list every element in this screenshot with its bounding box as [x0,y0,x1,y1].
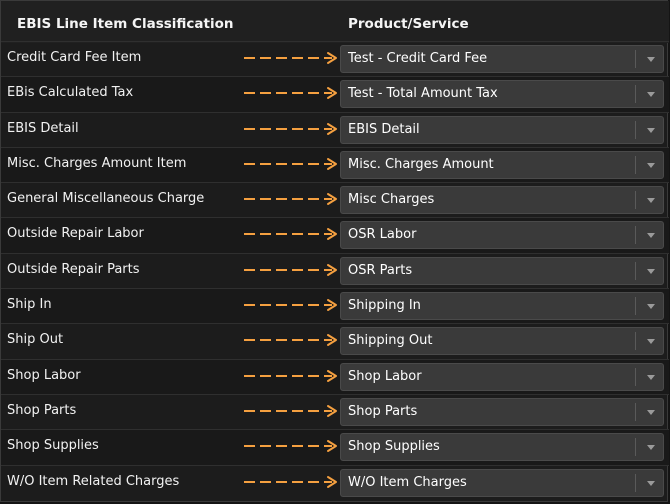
selected-product-service: EBIS Detail [348,121,420,137]
chevron-down-icon[interactable] [647,268,655,274]
classification-label: Ship In [7,297,52,313]
chevron-down-icon[interactable] [647,339,655,345]
table-row: Ship In Shipping In [1,288,669,324]
selected-product-service: Shipping In [348,298,421,314]
select-divider [635,50,636,68]
table-row: Outside Repair Labor OSR Labor [1,217,669,253]
classification-label: W/O Item Related Charges [7,473,180,489]
product-service-select[interactable]: W/O Item Charges [340,468,664,497]
select-divider [635,120,636,139]
select-divider [635,473,636,492]
chevron-down-icon[interactable] [647,162,655,168]
table-row: General Miscellaneous Charge Misc Charge… [1,182,669,217]
classification-label: Outside Repair Labor [7,226,144,242]
table-row: Shop Parts Shop Parts [1,393,669,429]
select-divider [635,402,636,421]
chevron-down-icon[interactable] [647,57,655,62]
table-row: Shop Labor Shop Labor [1,358,669,394]
selected-product-service: Shop Supplies [348,439,440,455]
classification-label: Misc. Charges Amount Item [7,155,187,171]
select-divider [635,155,636,174]
selected-product-service: OSR Labor [348,227,417,243]
selected-product-service: Test - Credit Card Fee [348,51,488,66]
selected-product-service: OSR Parts [348,262,413,278]
selected-product-service: Shop Labor [348,368,422,384]
product-service-select[interactable]: Misc Charges [340,186,664,215]
classification-label: General Miscellaneous Charge [7,191,205,207]
chevron-down-icon[interactable] [647,374,655,380]
dashed-arrow-icon [244,475,337,488]
select-divider [635,297,636,316]
product-service-select[interactable]: OSR Labor [340,221,664,250]
dashed-arrow-icon [244,193,337,206]
selected-product-service: W/O Item Charges [348,474,467,490]
product-service-select[interactable]: Shop Parts [340,397,664,426]
product-service-select[interactable]: EBIS Detail [340,115,664,144]
table-row: EBIS Detail EBIS Detail [1,111,669,147]
dashed-arrow-icon [244,334,337,347]
table-row: Ship Out Shipping Out [1,323,669,358]
classification-label: Shop Parts [7,402,77,418]
table-row: Shop Supplies Shop Supplies [1,429,669,465]
dashed-arrow-icon [244,263,337,276]
chevron-down-icon[interactable] [647,198,655,204]
product-service-select[interactable]: OSR Parts [340,256,664,285]
select-divider [635,261,636,280]
chevron-down-icon[interactable] [647,304,655,310]
classification-label: EBIS Detail [7,120,79,136]
chevron-down-icon[interactable] [647,409,655,415]
table-row: Credit Card Fee Item Test - Credit Card … [1,41,669,76]
selected-product-service: Misc Charges [348,192,435,208]
dashed-arrow-icon [244,87,337,100]
table-header: EBIS Line Item Classification Product/Se… [1,1,669,43]
dashed-arrow-icon [244,404,337,417]
product-service-select[interactable]: Shop Labor [340,362,664,391]
table-row: Outside Repair Parts OSR Parts [1,252,669,288]
product-service-select[interactable]: Shipping Out [340,327,664,356]
mapping-table: EBIS Line Item Classification Product/Se… [0,0,669,502]
table-body: Credit Card Fee Item Test - Credit Card … [1,41,669,500]
chevron-down-icon[interactable] [647,233,655,239]
dashed-arrow-icon [244,122,337,135]
dashed-arrow-icon [244,228,337,241]
select-divider [635,332,636,351]
product-service-select[interactable]: Shop Supplies [340,433,664,462]
product-service-select[interactable]: Test - Credit Card Fee [340,45,664,73]
table-row: EBis Calculated Tax Test - Total Amount … [1,76,669,112]
dashed-arrow-icon [244,440,337,453]
product-service-select[interactable]: Shipping In [340,292,664,321]
chevron-down-icon[interactable] [647,445,655,451]
select-divider [635,191,636,210]
selected-product-service: Misc. Charges Amount [348,156,494,172]
chevron-down-icon[interactable] [647,480,655,486]
product-service-select[interactable]: Misc. Charges Amount [340,150,664,179]
chevron-down-icon[interactable] [647,127,655,133]
dashed-arrow-icon [244,369,337,382]
select-divider [635,438,636,457]
dashed-arrow-icon [244,157,337,170]
header-product-service: Product/Service [348,16,469,32]
header-ebis-classification: EBIS Line Item Classification [17,16,234,32]
product-service-select[interactable]: Test - Total Amount Tax [340,80,664,109]
selected-product-service: Shop Parts [348,403,418,419]
dashed-arrow-icon [244,52,337,64]
table-row: W/O Item Related Charges W/O Item Charge… [1,464,669,500]
classification-label: Outside Repair Parts [7,261,140,277]
select-divider [635,367,636,386]
chevron-down-icon[interactable] [647,92,655,98]
classification-label: Shop Supplies [7,438,99,454]
classification-label: Ship Out [7,332,64,348]
dashed-arrow-icon [244,299,337,312]
select-divider [635,85,636,104]
table-row: Misc. Charges Amount Item Misc. Charges … [1,146,669,183]
selected-product-service: Test - Total Amount Tax [348,86,498,102]
selected-product-service: Shipping Out [348,333,433,349]
classification-label: Credit Card Fee Item [7,50,142,65]
select-divider [635,226,636,245]
classification-label: EBis Calculated Tax [7,85,134,101]
classification-label: Shop Labor [7,367,81,383]
